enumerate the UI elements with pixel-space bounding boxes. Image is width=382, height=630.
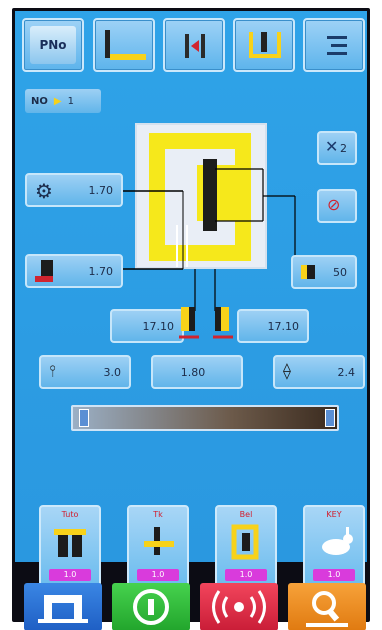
mid-param-value: 1.80 bbox=[180, 365, 206, 379]
sewing-machine-button[interactable] bbox=[24, 583, 102, 630]
no-cut-button[interactable]: ⊘ bbox=[317, 189, 357, 223]
pattern-tk-value: 1.0 bbox=[137, 569, 179, 581]
clamp-pressure-icon bbox=[301, 265, 315, 279]
pattern-bel-icon bbox=[231, 524, 259, 560]
pattern-bel-button[interactable]: Bel 1.0 bbox=[215, 505, 277, 587]
stitch-length-value: 3.0 bbox=[103, 365, 122, 379]
info-icon bbox=[133, 589, 169, 625]
info-button[interactable] bbox=[112, 583, 190, 630]
stitch-length-button[interactable]: ⫯ 3.0 bbox=[39, 355, 131, 389]
pattern-key-value: 1.0 bbox=[313, 569, 355, 581]
pattern-tuto-title: Tuto bbox=[61, 510, 79, 519]
left-offset-value: 17.10 bbox=[142, 319, 175, 333]
rabbit-icon bbox=[322, 527, 353, 555]
speed-value: 2.4 bbox=[337, 365, 356, 379]
signal-icon bbox=[212, 590, 266, 624]
speed-icon: ⟠ bbox=[283, 361, 291, 380]
pattern-key-title: KEY bbox=[326, 510, 342, 519]
search-icon bbox=[306, 591, 348, 627]
device-screen: PNo NO ▶ 1 ⚙ 1.70 1.70 ✕ 2 ⊘ 50 17.10 17… bbox=[12, 8, 370, 630]
thread-tension-button[interactable]: ⚙ 1.70 bbox=[25, 173, 123, 207]
pattern-tk-button[interactable]: Tk 1.0 bbox=[127, 505, 189, 587]
slider-right-thumb[interactable] bbox=[325, 409, 335, 427]
clamp-pressure-button[interactable]: 50 bbox=[291, 255, 357, 289]
cancel-stitch-icon: ✕ bbox=[325, 137, 339, 156]
cancel-stitch-value: 2 bbox=[340, 141, 347, 155]
pattern-bel-title: Bel bbox=[239, 510, 253, 519]
speed-slider[interactable] bbox=[71, 405, 339, 431]
thread-length-icon bbox=[35, 260, 53, 282]
cancel-stitch-button[interactable]: ✕ 2 bbox=[317, 131, 357, 165]
needle-icon: ⫯ bbox=[49, 361, 56, 380]
thread-length-button[interactable]: 1.70 bbox=[25, 254, 123, 288]
pattern-tuto-icon bbox=[54, 529, 86, 557]
pattern-tk-icon bbox=[144, 527, 174, 555]
clamp-pressure-value: 50 bbox=[333, 265, 347, 279]
sewing-machine-icon bbox=[38, 595, 88, 623]
pattern-tuto-value: 1.0 bbox=[49, 569, 91, 581]
pattern-tk-title: Tk bbox=[153, 510, 163, 519]
right-offset-button[interactable]: 17.10 bbox=[237, 309, 309, 343]
thread-tension-value: 1.70 bbox=[88, 183, 114, 197]
pattern-bel-value: 1.0 bbox=[225, 569, 267, 581]
speed-button[interactable]: ⟠ 2.4 bbox=[273, 355, 365, 389]
no-cut-icon: ⊘ bbox=[327, 195, 341, 214]
main-panel: PNo NO ▶ 1 ⚙ 1.70 1.70 ✕ 2 ⊘ 50 17.10 17… bbox=[15, 11, 367, 587]
pattern-tuto-button[interactable]: Tuto 1.0 bbox=[39, 505, 101, 587]
slider-left-thumb[interactable] bbox=[79, 409, 89, 427]
tension-icon: ⚙ bbox=[35, 179, 53, 203]
thread-length-value: 1.70 bbox=[88, 264, 114, 278]
right-offset-value: 17.10 bbox=[267, 319, 300, 333]
left-offset-button[interactable]: 17.10 bbox=[110, 309, 184, 343]
mid-param-button[interactable]: 1.80 bbox=[151, 355, 243, 389]
pattern-key-button[interactable]: KEY 1.0 bbox=[303, 505, 365, 587]
search-button[interactable] bbox=[288, 583, 366, 630]
communication-button[interactable] bbox=[200, 583, 278, 630]
